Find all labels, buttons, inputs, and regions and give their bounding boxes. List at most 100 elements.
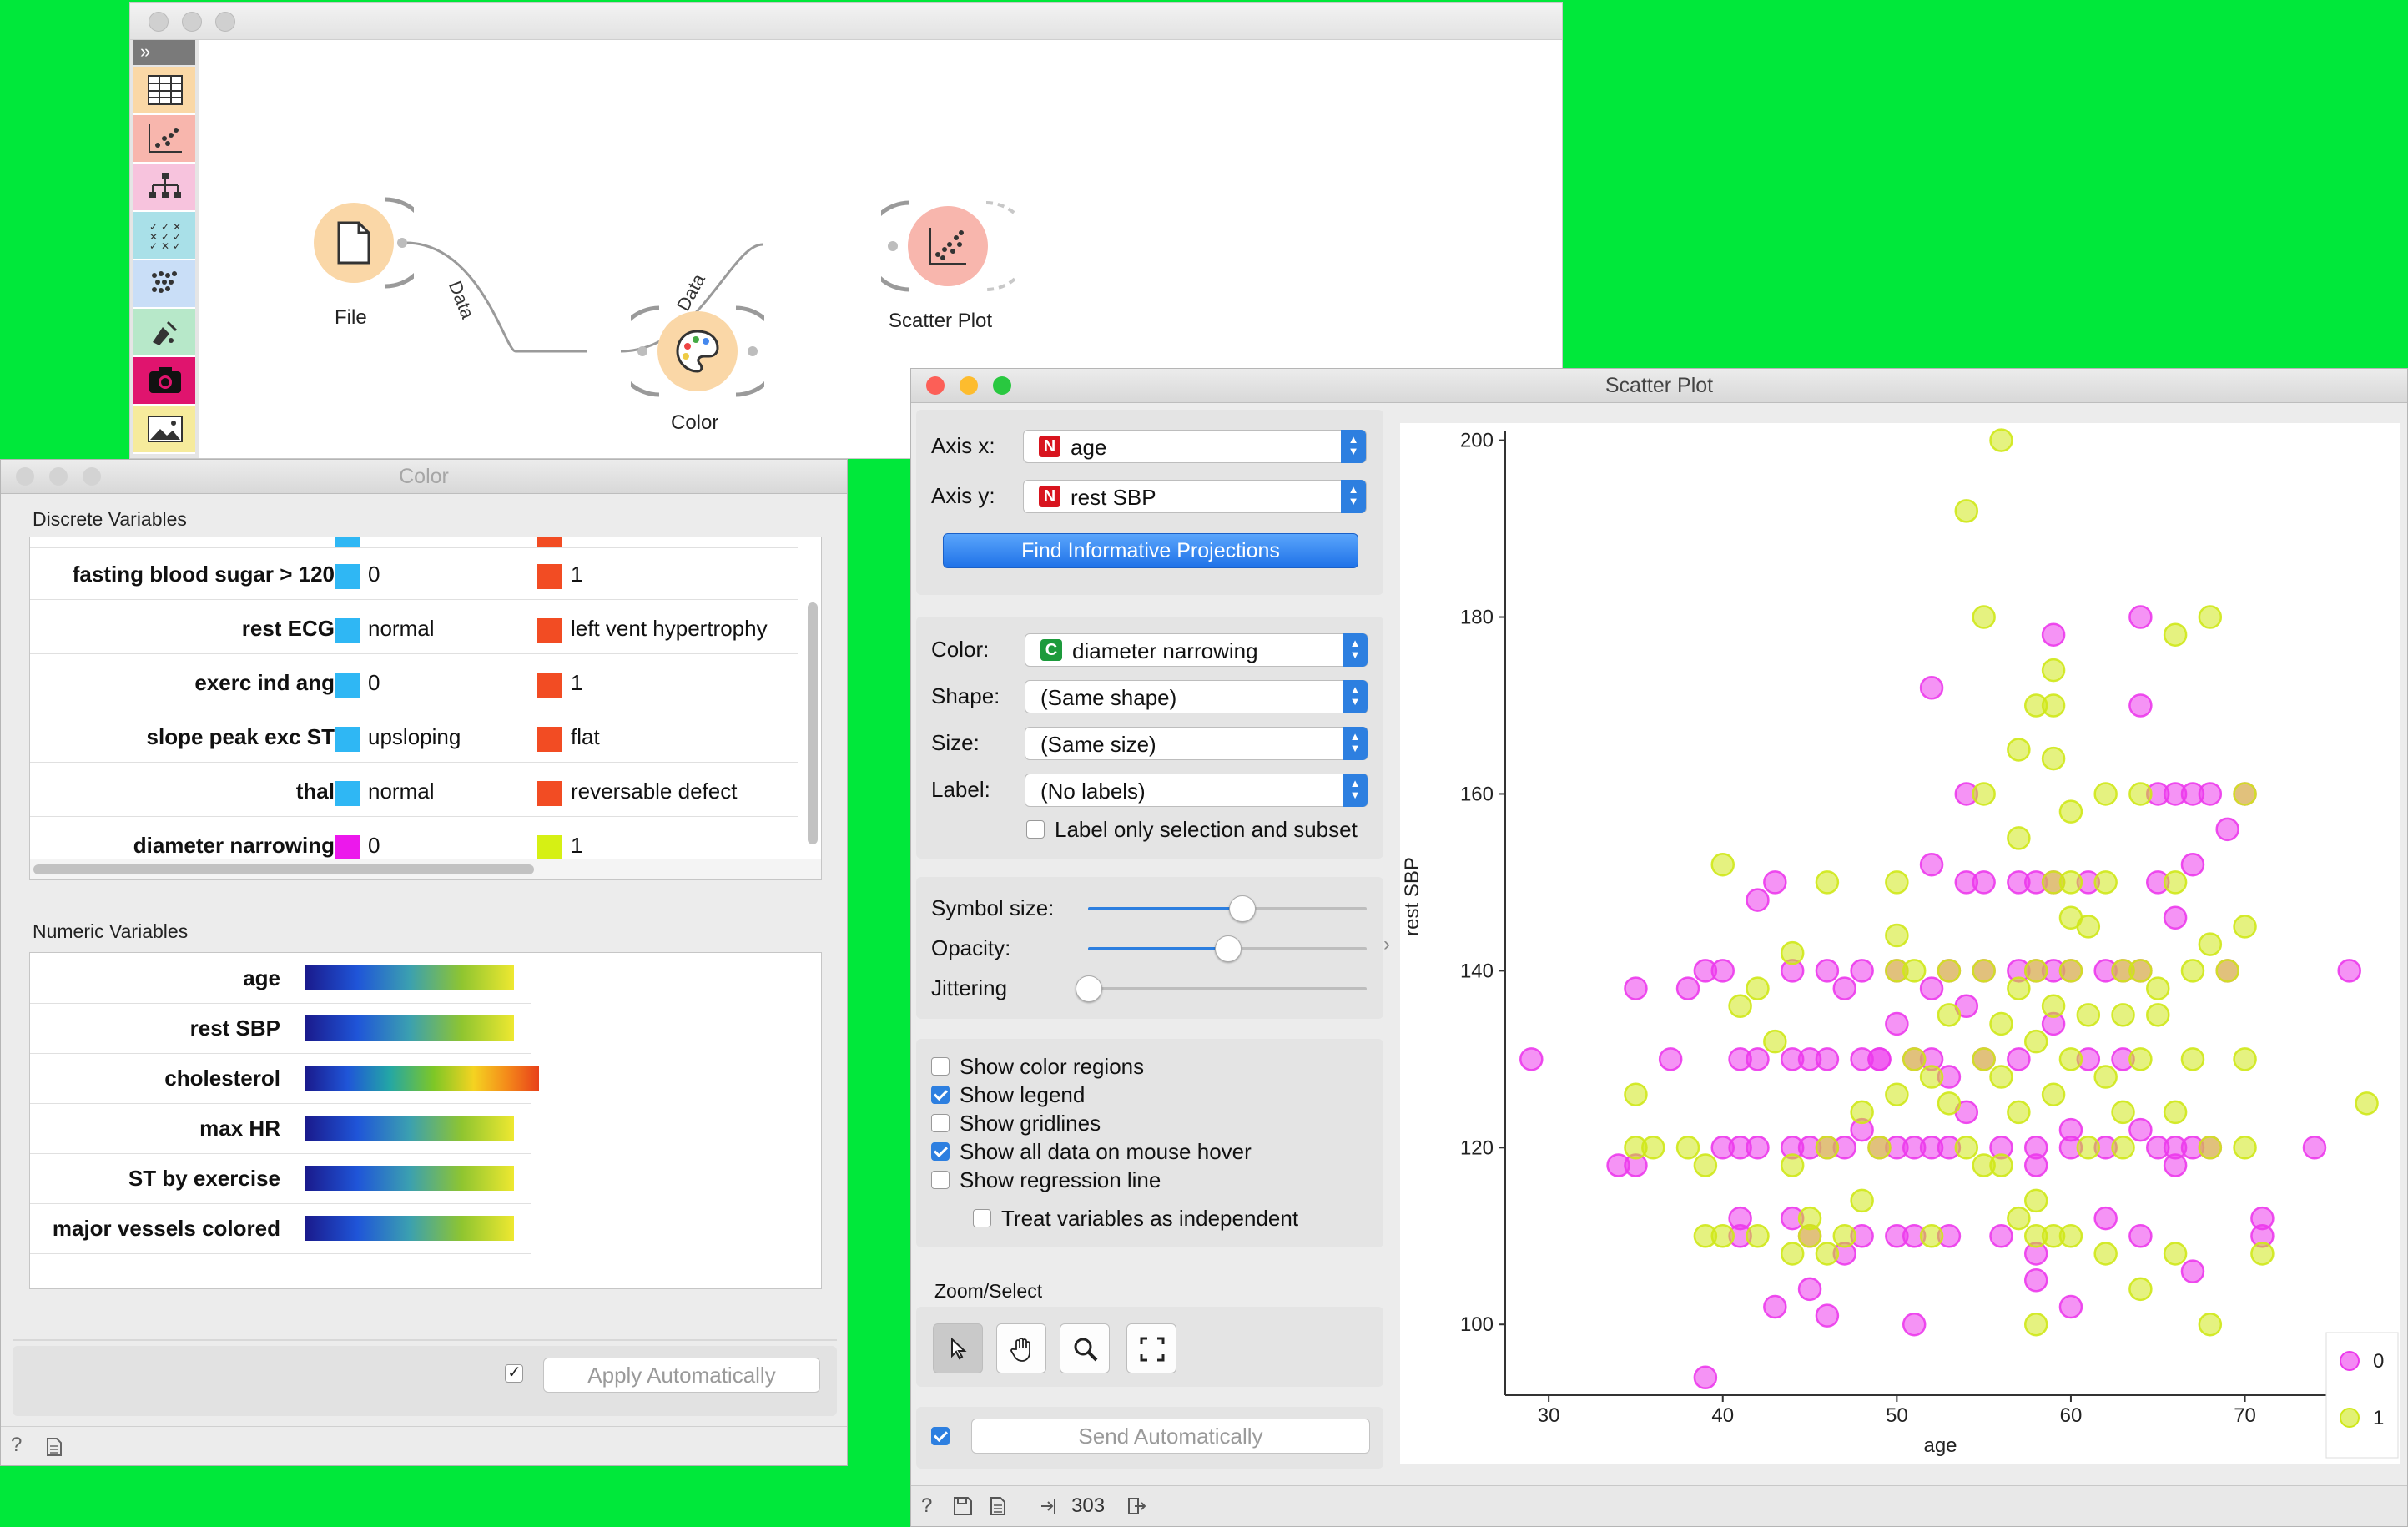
data-point[interactable] bbox=[2215, 817, 2239, 842]
data-point[interactable] bbox=[1989, 1224, 2013, 1248]
data-point[interactable] bbox=[1746, 976, 1770, 1000]
data-point[interactable] bbox=[1797, 1224, 1822, 1248]
data-point[interactable] bbox=[2215, 959, 2239, 983]
data-point[interactable] bbox=[1710, 852, 1735, 877]
data-point[interactable] bbox=[2023, 1267, 2048, 1293]
close-button[interactable] bbox=[16, 467, 34, 486]
data-point[interactable] bbox=[1693, 1153, 1718, 1177]
data-point[interactable] bbox=[2023, 1188, 2048, 1213]
pan-tool-button[interactable] bbox=[996, 1323, 1046, 1373]
color-swatch[interactable] bbox=[537, 835, 562, 860]
color-swatch[interactable] bbox=[537, 564, 562, 589]
palette-gradient[interactable] bbox=[305, 1066, 539, 1091]
data-point[interactable] bbox=[2355, 1091, 2379, 1116]
data-point[interactable] bbox=[2111, 1100, 2135, 1125]
data-point[interactable] bbox=[2093, 1242, 2118, 1266]
data-point[interactable] bbox=[1763, 1294, 1787, 1319]
data-point[interactable] bbox=[1937, 1003, 1962, 1027]
value-label[interactable]: reversable defect bbox=[571, 779, 737, 804]
data-point[interactable] bbox=[2058, 959, 2083, 983]
report-icon[interactable] bbox=[46, 1437, 63, 1457]
data-point[interactable] bbox=[2093, 1206, 2118, 1231]
data-point[interactable] bbox=[2041, 994, 2066, 1019]
data-point[interactable] bbox=[2128, 959, 2153, 983]
data-point[interactable] bbox=[1937, 1091, 1962, 1116]
data-point[interactable] bbox=[2041, 693, 2066, 718]
data-point[interactable] bbox=[2058, 1224, 2083, 1248]
data-point[interactable] bbox=[1919, 976, 1944, 1000]
data-point[interactable] bbox=[2198, 605, 2223, 629]
data-point[interactable] bbox=[1885, 923, 1909, 948]
scatter-plot-area[interactable]: 30 40 50 60 70 100 120 140 160 180 200 age rest SBP 0… bbox=[1400, 423, 2400, 1464]
value-label[interactable]: 0 bbox=[368, 670, 380, 696]
label-only-selection-checkbox[interactable] bbox=[1026, 820, 1045, 839]
send-automatically-checkbox[interactable] bbox=[931, 1427, 950, 1445]
data-point[interactable] bbox=[2058, 799, 2083, 824]
data-point[interactable] bbox=[1815, 959, 1840, 983]
data-point[interactable] bbox=[2076, 915, 2101, 939]
data-point[interactable] bbox=[2023, 1312, 2048, 1337]
shape-attr-combo[interactable]: (Same shape) ▲ ▼ bbox=[1025, 680, 1368, 713]
data-point[interactable] bbox=[2007, 738, 2031, 762]
symbol-size-slider[interactable] bbox=[1088, 895, 1367, 922]
file-output-anchor[interactable] bbox=[380, 196, 414, 290]
data-point[interactable] bbox=[1693, 1224, 1718, 1248]
palette-gradient[interactable] bbox=[305, 1116, 514, 1141]
data-point[interactable] bbox=[2093, 870, 2118, 895]
data-point[interactable] bbox=[1885, 1082, 1909, 1106]
data-point[interactable] bbox=[2233, 915, 2257, 939]
data-point[interactable] bbox=[2041, 746, 2066, 771]
data-point[interactable] bbox=[1972, 782, 1996, 806]
data-point[interactable] bbox=[1675, 1136, 1700, 1160]
data-point[interactable] bbox=[2128, 1047, 2153, 1071]
zoom-button[interactable] bbox=[83, 467, 101, 486]
data-point[interactable] bbox=[1746, 1047, 1770, 1071]
data-point[interactable] bbox=[1972, 870, 1996, 895]
close-button[interactable] bbox=[926, 376, 945, 395]
help-icon[interactable]: ? bbox=[11, 1434, 22, 1457]
data-point[interactable] bbox=[1885, 1011, 1909, 1036]
data-point[interactable] bbox=[2180, 1259, 2205, 1283]
data-point[interactable] bbox=[2163, 1242, 2188, 1266]
palette-gradient[interactable] bbox=[305, 1166, 514, 1191]
data-point[interactable] bbox=[2128, 782, 2153, 806]
minimize-button[interactable] bbox=[960, 376, 978, 395]
save-icon[interactable] bbox=[953, 1496, 973, 1516]
data-point[interactable] bbox=[2007, 976, 2031, 1000]
data-point[interactable] bbox=[2180, 852, 2205, 877]
value-label[interactable]: 0 bbox=[368, 833, 380, 859]
data-point[interactable] bbox=[2076, 1136, 2101, 1160]
data-point[interactable] bbox=[2128, 1117, 2153, 1142]
color-swatch[interactable] bbox=[335, 727, 360, 752]
option-checkbox[interactable] bbox=[931, 1086, 950, 1104]
data-point[interactable] bbox=[2058, 1117, 2083, 1142]
data-point[interactable] bbox=[2180, 959, 2205, 983]
data-point[interactable] bbox=[2007, 1047, 2031, 1071]
scatter-plot-node[interactable] bbox=[908, 206, 988, 286]
color-swatch[interactable] bbox=[335, 835, 360, 860]
data-point[interactable] bbox=[1624, 1082, 1648, 1106]
color-node[interactable] bbox=[657, 311, 738, 391]
data-point[interactable] bbox=[1641, 1136, 1665, 1160]
data-point[interactable] bbox=[2163, 622, 2188, 647]
data-point[interactable] bbox=[1815, 1242, 1840, 1266]
data-point[interactable] bbox=[1919, 852, 1944, 877]
data-point[interactable] bbox=[2023, 1153, 2048, 1177]
size-attr-combo[interactable]: (Same size) ▲ ▼ bbox=[1025, 727, 1368, 760]
data-point[interactable] bbox=[1989, 1011, 2013, 1036]
data-point[interactable] bbox=[2041, 622, 2066, 647]
data-point[interactable] bbox=[1919, 1224, 1944, 1248]
data-point[interactable] bbox=[2163, 870, 2188, 895]
data-point[interactable] bbox=[1850, 1188, 1874, 1213]
color-swatch[interactable] bbox=[537, 618, 562, 643]
select-tool-button[interactable] bbox=[933, 1323, 983, 1373]
jittering-slider[interactable] bbox=[1076, 975, 1367, 1002]
opacity-slider[interactable] bbox=[1088, 935, 1367, 962]
color-swatch[interactable] bbox=[335, 673, 360, 698]
color-swatch[interactable] bbox=[537, 781, 562, 806]
data-point[interactable] bbox=[1989, 428, 2013, 452]
data-point[interactable] bbox=[1763, 1029, 1787, 1054]
data-point[interactable] bbox=[2337, 959, 2361, 983]
data-point[interactable] bbox=[1902, 1312, 1927, 1337]
option-checkbox[interactable] bbox=[931, 1057, 950, 1076]
